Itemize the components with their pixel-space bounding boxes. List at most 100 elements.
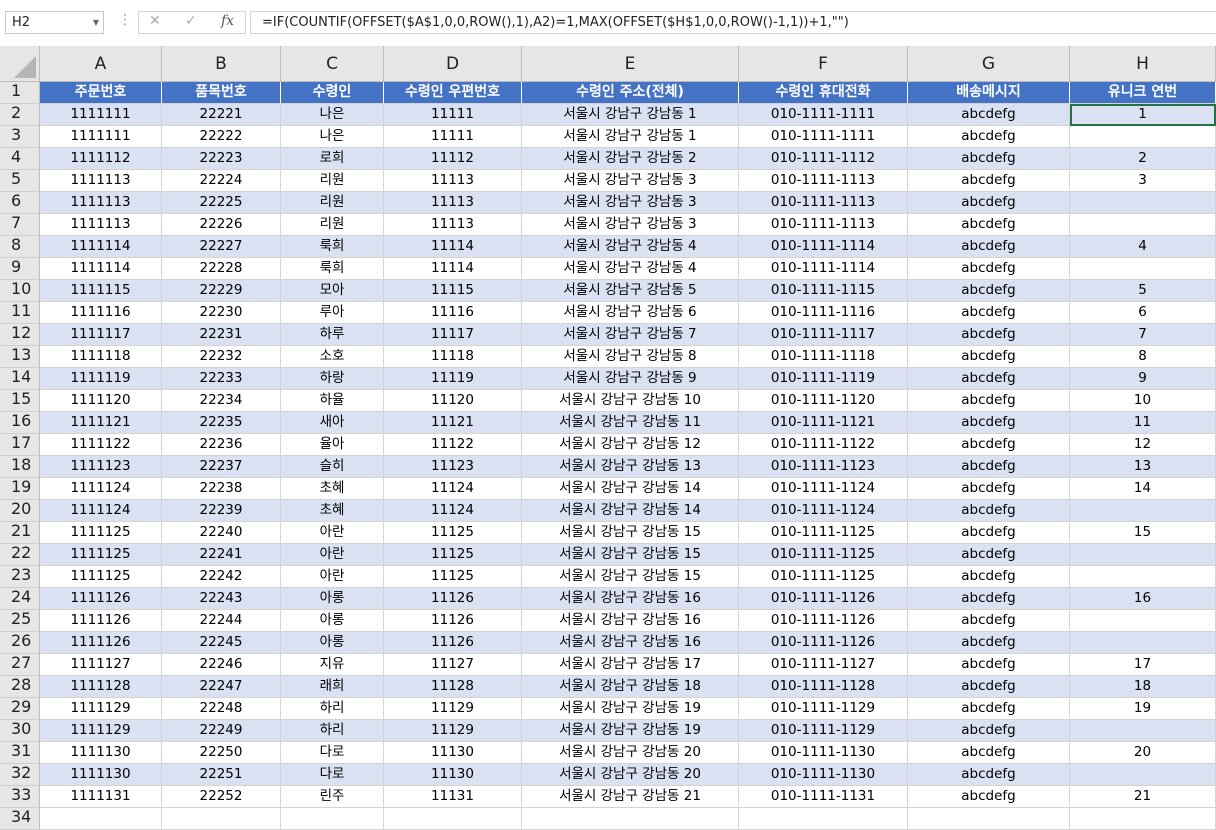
table-cell[interactable]: 1111124	[40, 500, 162, 522]
table-cell[interactable]: abcdefg	[908, 632, 1070, 654]
table-cell[interactable]: 22247	[162, 676, 281, 698]
table-cell[interactable]: 15	[1070, 522, 1216, 544]
row-header-23[interactable]: 23	[0, 566, 40, 588]
table-cell[interactable]: 서울시 강남구 강남동 4	[522, 258, 739, 280]
table-cell[interactable]: 22241	[162, 544, 281, 566]
table-cell[interactable]: 010-1111-1113	[739, 214, 908, 236]
table-cell[interactable]: 22227	[162, 236, 281, 258]
table-cell[interactable]: 1111111	[40, 104, 162, 126]
row-header-1[interactable]: 1	[0, 82, 40, 104]
table-cell[interactable]: 17	[1070, 654, 1216, 676]
table-cell[interactable]: 서울시 강남구 강남동 14	[522, 500, 739, 522]
table-cell[interactable]: 1111127	[40, 654, 162, 676]
table-cell[interactable]: 11121	[384, 412, 522, 434]
table-cell[interactable]: abcdefg	[908, 588, 1070, 610]
table-cell[interactable]: 서울시 강남구 강남동 13	[522, 456, 739, 478]
table-cell[interactable]: 1111117	[40, 324, 162, 346]
table-cell[interactable]: 22249	[162, 720, 281, 742]
close-icon[interactable]: ✕	[149, 13, 161, 29]
row-header-16[interactable]: 16	[0, 412, 40, 434]
row-header-28[interactable]: 28	[0, 676, 40, 698]
table-cell[interactable]: 아롱	[281, 588, 384, 610]
column-header-e[interactable]: E	[522, 46, 739, 82]
table-cell[interactable]: 래희	[281, 676, 384, 698]
table-cell[interactable]: 서울시 강남구 강남동 19	[522, 698, 739, 720]
table-cell[interactable]: 7	[1070, 324, 1216, 346]
table-cell[interactable]: 010-1111-1121	[739, 412, 908, 434]
table-cell[interactable]: 010-1111-1122	[739, 434, 908, 456]
row-header-12[interactable]: 12	[0, 324, 40, 346]
table-cell[interactable]: 22238	[162, 478, 281, 500]
table-cell[interactable]: abcdefg	[908, 720, 1070, 742]
table-cell[interactable]: 1111114	[40, 236, 162, 258]
table-cell[interactable]: abcdefg	[908, 280, 1070, 302]
row-header-33[interactable]: 33	[0, 786, 40, 808]
header-cell[interactable]: 수령인 우편번호	[384, 82, 522, 104]
table-cell[interactable]: 아롱	[281, 632, 384, 654]
table-cell[interactable]: 3	[1070, 170, 1216, 192]
table-cell[interactable]: 22242	[162, 566, 281, 588]
row-header-27[interactable]: 27	[0, 654, 40, 676]
table-cell[interactable]: 1111120	[40, 390, 162, 412]
table-cell[interactable]: 11115	[384, 280, 522, 302]
table-cell[interactable]: 서울시 강남구 강남동 20	[522, 742, 739, 764]
table-cell[interactable]: 1111119	[40, 368, 162, 390]
table-cell[interactable]: 서울시 강남구 강남동 11	[522, 412, 739, 434]
table-cell[interactable]: 010-1111-1128	[739, 676, 908, 698]
table-cell[interactable]: 010-1111-1115	[739, 280, 908, 302]
table-cell[interactable]: 010-1111-1114	[739, 258, 908, 280]
row-header-26[interactable]: 26	[0, 632, 40, 654]
table-cell[interactable]: 22244	[162, 610, 281, 632]
column-header-g[interactable]: G	[908, 46, 1070, 82]
table-cell[interactable]: 010-1111-1112	[739, 148, 908, 170]
table-cell[interactable]: 서울시 강남구 강남동 14	[522, 478, 739, 500]
table-cell[interactable]: 010-1111-1111	[739, 104, 908, 126]
table-cell[interactable]: 11111	[384, 104, 522, 126]
formula-input[interactable]: =IF(COUNTIF(OFFSET($A$1,0,0,ROW(),1),A2)…	[250, 11, 1216, 34]
table-cell[interactable]: 010-1111-1126	[739, 588, 908, 610]
table-cell[interactable]: 서울시 강남구 강남동 3	[522, 214, 739, 236]
table-cell[interactable]: 11125	[384, 522, 522, 544]
table-cell[interactable]: 11130	[384, 742, 522, 764]
table-cell[interactable]: 서울시 강남구 강남동 8	[522, 346, 739, 368]
table-cell[interactable]: 서울시 강남구 강남동 21	[522, 786, 739, 808]
row-header-9[interactable]: 9	[0, 258, 40, 280]
row-header-6[interactable]: 6	[0, 192, 40, 214]
table-cell[interactable]: 22237	[162, 456, 281, 478]
row-header-4[interactable]: 4	[0, 148, 40, 170]
table-cell[interactable]: abcdefg	[908, 346, 1070, 368]
row-header-10[interactable]: 10	[0, 280, 40, 302]
table-cell[interactable]: 010-1111-1124	[739, 500, 908, 522]
table-cell[interactable]: 서울시 강남구 강남동 7	[522, 324, 739, 346]
table-cell[interactable]	[1070, 214, 1216, 236]
table-cell[interactable]: 서울시 강남구 강남동 1	[522, 104, 739, 126]
table-cell[interactable]	[1070, 808, 1216, 830]
table-cell[interactable]: 22225	[162, 192, 281, 214]
table-cell[interactable]: abcdefg	[908, 390, 1070, 412]
table-cell[interactable]	[522, 808, 739, 830]
table-cell[interactable]: 서울시 강남구 강남동 3	[522, 170, 739, 192]
table-cell[interactable]	[384, 808, 522, 830]
table-cell[interactable]: 1111121	[40, 412, 162, 434]
table-cell[interactable]: 010-1111-1125	[739, 544, 908, 566]
table-cell[interactable]: 010-1111-1117	[739, 324, 908, 346]
table-cell[interactable]: 1111115	[40, 280, 162, 302]
table-cell[interactable]	[1070, 258, 1216, 280]
table-cell[interactable]	[908, 808, 1070, 830]
table-cell[interactable]: 서울시 강남구 강남동 1	[522, 126, 739, 148]
table-cell[interactable]: 하리	[281, 720, 384, 742]
row-header-7[interactable]: 7	[0, 214, 40, 236]
table-cell[interactable]: 1111114	[40, 258, 162, 280]
table-cell[interactable]: 22250	[162, 742, 281, 764]
table-cell[interactable]: 22228	[162, 258, 281, 280]
table-cell[interactable]: 1111129	[40, 720, 162, 742]
check-icon[interactable]: ✓	[185, 13, 197, 29]
table-cell[interactable]: abcdefg	[908, 170, 1070, 192]
table-cell[interactable]: 슬히	[281, 456, 384, 478]
table-cell[interactable]: 11119	[384, 368, 522, 390]
table-cell[interactable]: 룩희	[281, 258, 384, 280]
table-cell[interactable]: 1111126	[40, 632, 162, 654]
table-cell[interactable]: 11117	[384, 324, 522, 346]
table-cell[interactable]: 하리	[281, 698, 384, 720]
table-cell[interactable]: 서울시 강남구 강남동 15	[522, 522, 739, 544]
